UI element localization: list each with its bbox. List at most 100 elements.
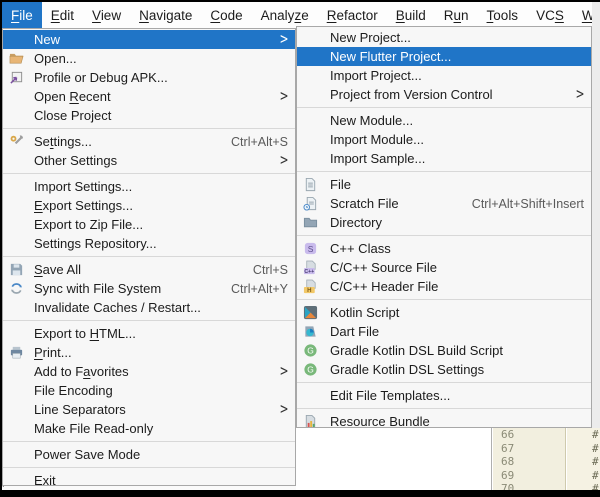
menu-separator (3, 173, 295, 174)
menu-item-import-sample[interactable]: Import Sample... (297, 149, 591, 168)
menu-item-kotlin-script[interactable]: Kotlin Script (297, 303, 591, 322)
menu-item-make-file-read-only[interactable]: Make File Read-only (3, 419, 295, 438)
code-line: # (567, 428, 600, 442)
menu-item-gradle-kotlin-dsl-settings[interactable]: GGradle Kotlin DSL Settings (297, 360, 591, 379)
menu-item-line-separators[interactable]: Line Separators> (3, 400, 295, 419)
kotlin-icon (303, 305, 325, 321)
menu-item-invalidate-caches-restart[interactable]: Invalidate Caches / Restart... (3, 298, 295, 317)
menubar-item-edit[interactable]: Edit (42, 2, 83, 28)
menubar-item-file[interactable]: File (2, 2, 42, 28)
cpp-class-icon: S (303, 241, 325, 257)
menu-item-add-to-favorites[interactable]: Add to Favorites> (3, 362, 295, 381)
menu-item-c-c-header-file[interactable]: HC/C++ Header File (297, 277, 591, 296)
menu-item-profile-or-debug-apk[interactable]: Profile or Debug APK... (3, 68, 295, 87)
menu-item-new-project[interactable]: New Project... (297, 28, 591, 47)
menu-item-exit[interactable]: Exit (3, 471, 295, 486)
menu-item-settings[interactable]: Settings...Ctrl+Alt+S (3, 132, 295, 151)
menu-item-c-c-source-file[interactable]: C++ C/C++ Source File (297, 258, 591, 277)
sync-icon (9, 281, 29, 297)
menu-item-new-flutter-project[interactable]: New Flutter Project... (297, 47, 591, 66)
menu-item-power-save-mode[interactable]: Power Save Mode (3, 445, 295, 464)
menu-item-label: Open... (34, 51, 77, 66)
menubar-item-run[interactable]: Run (435, 2, 478, 28)
menu-item-label: Power Save Mode (34, 447, 140, 462)
menubar-item-label: VCS (536, 8, 564, 23)
menu-item-new-module[interactable]: New Module... (297, 111, 591, 130)
submenu-arrow-icon: > (280, 362, 288, 381)
icon-placeholder (9, 89, 29, 105)
menu-item-label: Gradle Kotlin DSL Settings (330, 362, 484, 377)
icon-placeholder (303, 113, 325, 129)
icon-placeholder (303, 49, 325, 65)
menu-item-project-from-version-control[interactable]: Project from Version Control> (297, 85, 591, 104)
menu-separator (3, 467, 295, 468)
line-number: 70 (493, 482, 565, 490)
menubar-item-label: View (92, 8, 121, 23)
menubar-item-label: Navigate (139, 8, 192, 23)
menubar-item-code[interactable]: Code (201, 2, 251, 28)
menubar-item-view[interactable]: View (83, 2, 130, 28)
menu-item-edit-file-templates[interactable]: Edit File Templates... (297, 386, 591, 405)
menu-item-label: File Encoding (34, 383, 113, 398)
menu-item-label: Line Separators (34, 402, 126, 417)
menubar-item-tools[interactable]: Tools (478, 2, 528, 28)
menubar-item-vcs[interactable]: VCS (527, 2, 573, 28)
menu-item-settings-repository[interactable]: Settings Repository... (3, 234, 295, 253)
menu-item-close-project[interactable]: Close Project (3, 106, 295, 125)
icon-placeholder (303, 388, 325, 404)
icon-placeholder (9, 300, 29, 316)
menu-item-label: Import Settings... (34, 179, 132, 194)
menubar-item-build[interactable]: Build (387, 2, 435, 28)
menu-item-export-to-html[interactable]: Export to HTML... (3, 324, 295, 343)
menu-item-resource-bundle[interactable]: Resource Bundle (297, 412, 591, 428)
menu-item-sync-with-file-system[interactable]: Sync with File SystemCtrl+Alt+Y (3, 279, 295, 298)
menubar-item-analyze[interactable]: Analyze (252, 2, 318, 28)
menu-item-label: Save All (34, 262, 81, 277)
menu-item-import-settings[interactable]: Import Settings... (3, 177, 295, 196)
icon-placeholder (303, 68, 325, 84)
menu-item-import-module[interactable]: Import Module... (297, 130, 591, 149)
menu-item-export-to-zip-file[interactable]: Export to Zip File... (3, 215, 295, 234)
menu-item-label: Gradle Kotlin DSL Build Script (330, 343, 503, 358)
menu-separator (297, 107, 591, 108)
menu-item-label: Close Project (34, 108, 111, 123)
menu-item-open-recent[interactable]: Open Recent> (3, 87, 295, 106)
menu-item-file-encoding[interactable]: File Encoding (3, 381, 295, 400)
menu-separator (3, 128, 295, 129)
editor-area[interactable]: 6667686970 ##### (296, 428, 600, 490)
menu-item-print[interactable]: Print... (3, 343, 295, 362)
new-submenu-popup: New Project... New Flutter Project... Impo… (296, 26, 592, 428)
menu-item-gradle-kotlin-dsl-build-script[interactable]: GGradle Kotlin DSL Build Script (297, 341, 591, 360)
menu-bar: FileEdit View Navigate CodeAnalyzeRefactor B… (2, 2, 600, 28)
menu-item-import-project[interactable]: Import Project... (297, 66, 591, 85)
icon-placeholder (9, 326, 29, 342)
icon-placeholder (9, 421, 29, 437)
svg-text:H: H (307, 287, 311, 294)
menu-item-label: Make File Read-only (34, 421, 153, 436)
cpp-source-icon: C++ (303, 260, 325, 276)
print-icon (9, 345, 29, 361)
menu-item-label: Edit File Templates... (330, 388, 450, 403)
menu-item-label: Project from Version Control (330, 87, 493, 102)
menu-item-open[interactable]: Open... (3, 49, 295, 68)
menu-item-save-all[interactable]: Save AllCtrl+S (3, 260, 295, 279)
code-line: # (567, 442, 600, 456)
menubar-item-navigate[interactable]: Navigate (130, 2, 201, 28)
menu-item-file[interactable]: File (297, 175, 591, 194)
menu-item-label: New Flutter Project... (330, 49, 451, 64)
menubar-item-refactor[interactable]: Refactor (318, 2, 387, 28)
menu-item-label: Import Module... (330, 132, 424, 147)
menu-item-scratch-file[interactable]: Scratch FileCtrl+Alt+Shift+Insert (297, 194, 591, 213)
menu-item-export-settings[interactable]: Export Settings... (3, 196, 295, 215)
menubar-item-label: Build (396, 8, 426, 23)
menu-item-dart-file[interactable]: Dart File (297, 322, 591, 341)
icon-placeholder (303, 132, 325, 148)
menu-item-other-settings[interactable]: Other Settings> (3, 151, 295, 170)
menu-item-label: Dart File (330, 324, 379, 339)
menu-item-new[interactable]: New> (3, 30, 295, 49)
menu-item-label: Settings Repository... (34, 236, 157, 251)
menu-item-label: C/C++ Source File (330, 260, 437, 275)
menu-item-directory[interactable]: Directory (297, 213, 591, 232)
menu-item-c-class[interactable]: SC++ Class (297, 239, 591, 258)
icon-placeholder (9, 32, 29, 48)
